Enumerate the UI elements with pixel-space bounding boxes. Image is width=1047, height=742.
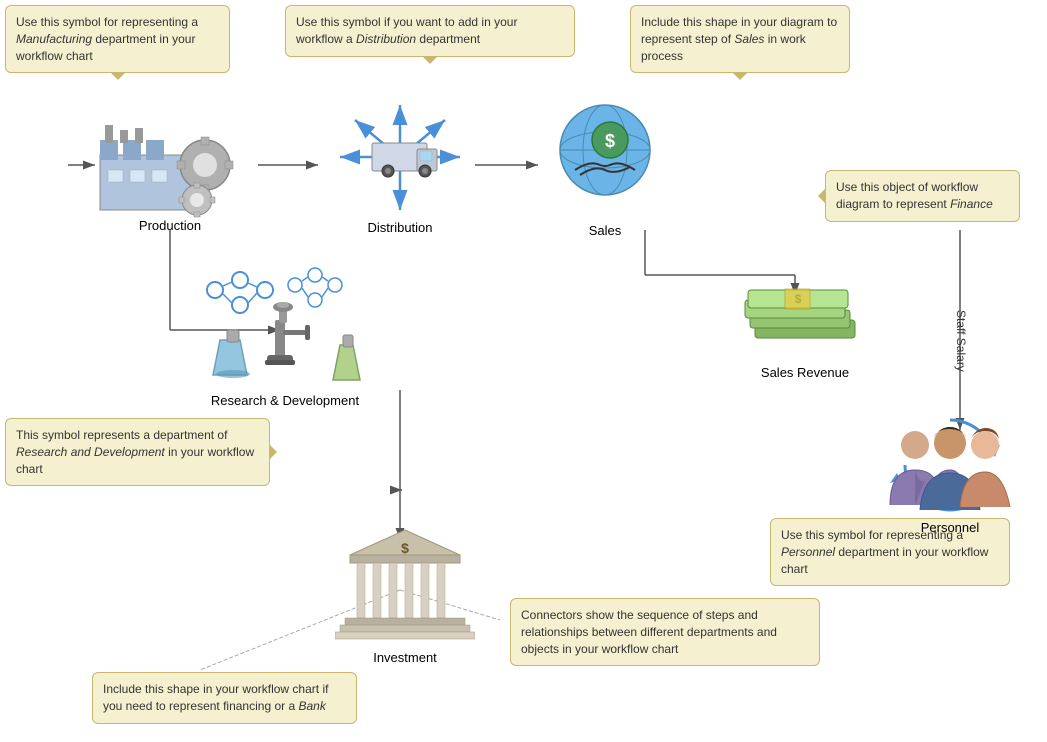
personnel-label: Personnel	[875, 520, 1025, 535]
tooltip-personnel-text: Use this symbol for representing a Perso…	[781, 528, 988, 576]
tooltip-rd-text: This symbol represents a department of R…	[16, 428, 254, 476]
tooltip-manufacturing: Use this symbol for representing a Manuf…	[5, 5, 230, 73]
node-sales-revenue: $ Sales Revenue	[740, 280, 870, 380]
production-label: Production	[90, 218, 250, 233]
rd-label: Research & Development	[185, 393, 385, 408]
tooltip-connectors: Connectors show the sequence of steps an…	[510, 598, 820, 666]
tooltip-bank-text: Include this shape in your workflow char…	[103, 682, 328, 713]
node-distribution: Distribution	[320, 95, 480, 235]
tooltip-sales-text: Include this shape in your diagram to re…	[641, 15, 837, 63]
node-personnel: Personnel	[875, 415, 1025, 535]
tooltip-bank: Include this shape in your workflow char…	[92, 672, 357, 724]
tooltip-finance-text: Use this object of workflow diagram to r…	[836, 180, 993, 211]
sales-revenue-label: Sales Revenue	[740, 365, 870, 380]
tooltip-finance: Use this object of workflow diagram to r…	[825, 170, 1020, 222]
tooltip-connectors-text: Connectors show the sequence of steps an…	[521, 608, 777, 656]
tooltip-distribution-text: Use this symbol if you want to add in yo…	[296, 15, 517, 46]
svg-text:$: $	[605, 131, 615, 151]
node-investment: $ Investment	[335, 525, 475, 665]
node-sales: $ Sales	[545, 95, 665, 238]
node-production: Production	[90, 100, 250, 233]
svg-text:$: $	[401, 540, 409, 556]
tooltip-distribution: Use this symbol if you want to add in yo…	[285, 5, 575, 57]
sales-label: Sales	[545, 223, 665, 238]
node-rd: Research & Development	[185, 265, 385, 408]
tooltip-sales: Include this shape in your diagram to re…	[630, 5, 850, 73]
tooltip-manufacturing-text: Use this symbol for representing a Manuf…	[16, 15, 198, 63]
tooltip-rd: This symbol represents a department of R…	[5, 418, 270, 486]
staff-salary-label: Staff Salary	[954, 310, 968, 372]
investment-label: Investment	[335, 650, 475, 665]
